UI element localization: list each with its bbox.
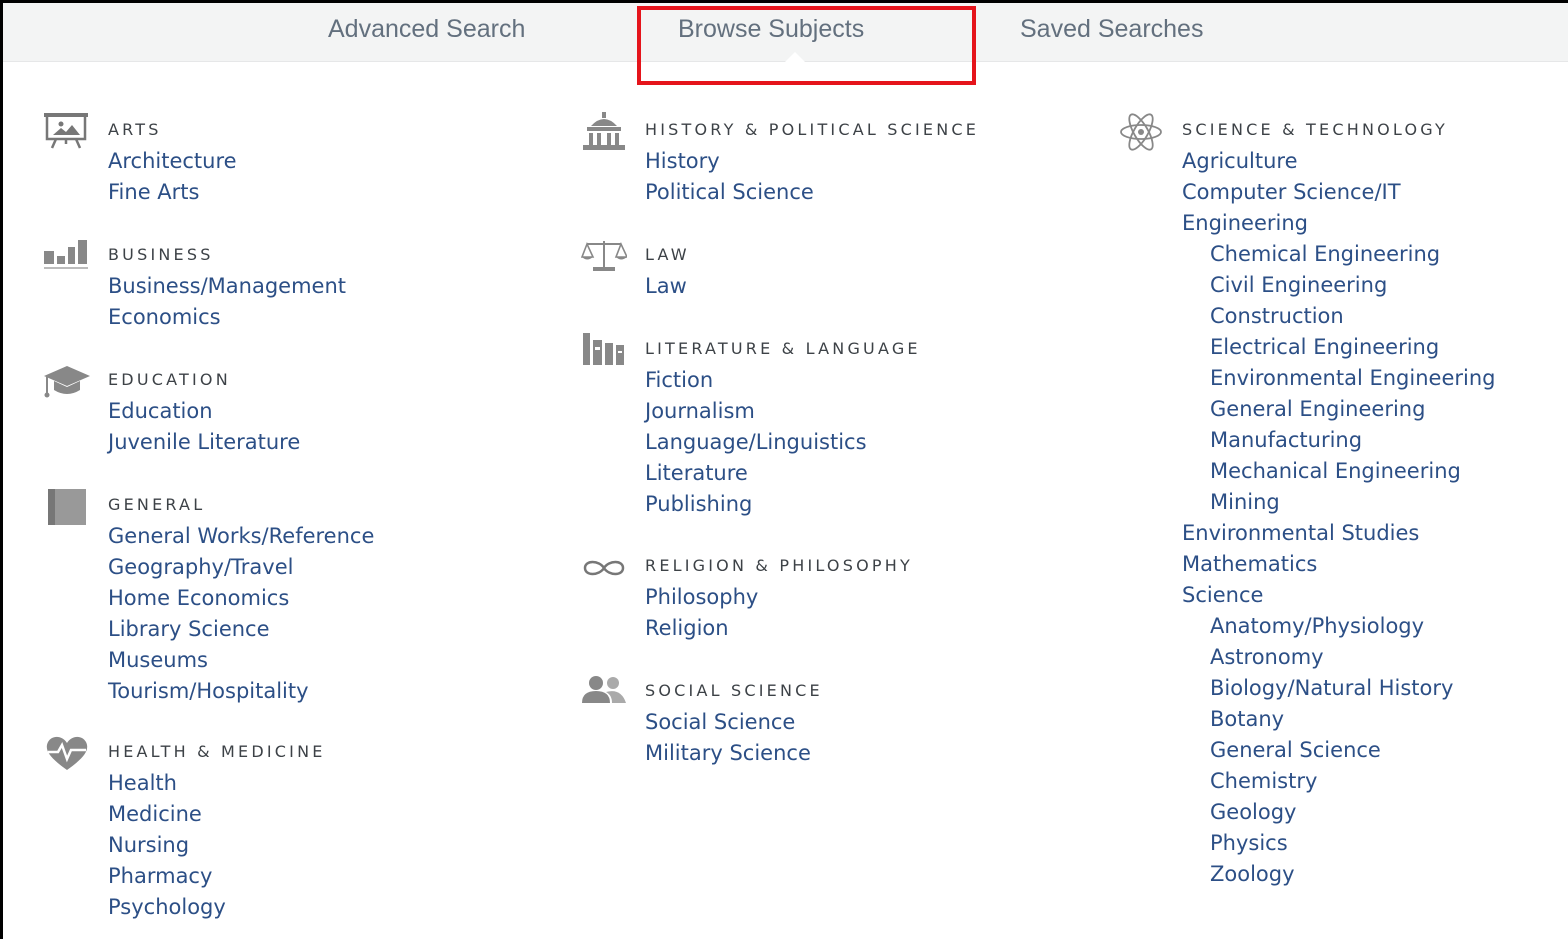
subject-link[interactable]: Civil Engineering <box>1182 270 1495 301</box>
group-heading: HISTORY & POLITICAL SCIENCE <box>645 120 980 139</box>
subject-link[interactable]: General Engineering <box>1182 394 1495 425</box>
subject-link[interactable]: Engineering <box>1182 208 1495 239</box>
graduation-cap-icon <box>44 362 90 402</box>
subject-link[interactable]: Language/Linguistics <box>645 427 921 458</box>
subject-link[interactable]: Nursing <box>108 830 326 861</box>
heart-pulse-icon <box>44 734 90 774</box>
tab-saved-searches[interactable]: Saved Searches <box>1020 15 1203 44</box>
subject-link[interactable]: General Works/Reference <box>108 521 374 552</box>
tab-advanced-search[interactable]: Advanced Search <box>328 15 525 44</box>
subject-link[interactable]: Agriculture <box>1182 146 1495 177</box>
subject-link[interactable]: Social Science <box>645 707 823 738</box>
subject-group: ARTS Architecture Fine Arts <box>44 113 237 208</box>
subject-link[interactable]: Science <box>1182 580 1495 611</box>
group-heading: EDUCATION <box>108 370 231 389</box>
subject-link[interactable]: Physics <box>1182 828 1495 859</box>
group-heading: LITERATURE & LANGUAGE <box>645 339 921 358</box>
subject-link[interactable]: History <box>645 146 979 177</box>
books-icon <box>581 331 627 371</box>
subject-link[interactable]: Health <box>108 768 326 799</box>
subject-link[interactable]: Fine Arts <box>108 177 237 208</box>
subject-link[interactable]: Home Economics <box>108 583 374 614</box>
easel-picture-icon <box>44 112 90 152</box>
subject-link[interactable]: Tourism/Hospitality <box>108 676 374 707</box>
subject-group: BUSINESS Business/Management Economics <box>44 240 346 333</box>
subject-link[interactable]: Environmental Engineering <box>1182 363 1495 394</box>
people-icon <box>581 673 627 713</box>
subject-link[interactable]: Zoology <box>1182 859 1495 890</box>
subject-link[interactable]: Astronomy <box>1182 642 1495 673</box>
group-heading: GENERAL <box>108 495 206 514</box>
subject-link[interactable]: Military Science <box>645 738 823 769</box>
subject-group: HISTORY & POLITICAL SCIENCE History Politi… <box>583 112 980 208</box>
subject-link[interactable]: Publishing <box>645 489 921 520</box>
subject-link[interactable]: Business/Management <box>108 271 346 302</box>
subject-link[interactable]: Religion <box>645 613 913 644</box>
group-heading: RELIGION & PHILOSOPHY <box>645 556 913 575</box>
subject-link[interactable]: Architecture <box>108 146 237 177</box>
subject-group: LITERATURE & LANGUAGE Fiction Journalism La… <box>583 333 921 520</box>
subject-link[interactable]: Botany <box>1182 704 1495 735</box>
subject-group: RELIGION & PHILOSOPHY Philosophy Religion <box>583 556 913 644</box>
subject-group: GENERAL General Works/Reference Geography/… <box>48 489 374 707</box>
highlight-box <box>637 6 976 85</box>
subject-link[interactable]: Manufacturing <box>1182 425 1495 456</box>
subject-link[interactable]: Fiction <box>645 365 921 396</box>
subject-link[interactable]: Geology <box>1182 797 1495 828</box>
subject-link[interactable]: Mechanical Engineering <box>1182 456 1495 487</box>
subject-group: LAW Law <box>581 241 690 302</box>
subject-link[interactable]: Museums <box>108 645 374 676</box>
group-heading: LAW <box>645 245 690 264</box>
subject-link[interactable]: Pharmacy <box>108 861 326 892</box>
subject-link[interactable]: Juvenile Literature <box>108 427 300 458</box>
subject-link[interactable]: Mining <box>1182 487 1495 518</box>
subject-link[interactable]: Environmental Studies <box>1182 518 1495 549</box>
subject-link[interactable]: General Science <box>1182 735 1495 766</box>
subject-link[interactable]: Construction <box>1182 301 1495 332</box>
atom-icon <box>1118 112 1164 152</box>
subject-group: EDUCATION Education Juvenile Literature <box>44 366 300 458</box>
group-heading: SCIENCE & TECHNOLOGY <box>1182 120 1449 139</box>
subject-link[interactable]: Electrical Engineering <box>1182 332 1495 363</box>
subject-link[interactable]: Literature <box>645 458 921 489</box>
subject-link[interactable]: Economics <box>108 302 346 333</box>
subject-link[interactable]: Geography/Travel <box>108 552 374 583</box>
subject-link[interactable]: Psychology <box>108 892 326 923</box>
subject-link[interactable]: Philosophy <box>645 582 913 613</box>
subject-link[interactable]: Law <box>645 271 690 302</box>
capitol-building-icon <box>581 112 627 152</box>
group-heading: ARTS <box>108 120 162 139</box>
subject-link[interactable]: Biology/Natural History <box>1182 673 1495 704</box>
group-heading: SOCIAL SCIENCE <box>645 681 823 700</box>
subject-link[interactable]: Education <box>108 396 300 427</box>
subject-group: SCIENCE & TECHNOLOGY Agriculture Computer … <box>1120 113 1495 890</box>
subject-link[interactable]: Computer Science/IT <box>1182 177 1495 208</box>
subject-link[interactable]: Mathematics <box>1182 549 1495 580</box>
subject-link[interactable]: Journalism <box>645 396 921 427</box>
group-heading: HEALTH & MEDICINE <box>108 742 326 761</box>
infinity-icon <box>581 548 627 588</box>
subject-link[interactable]: Chemical Engineering <box>1182 239 1495 270</box>
subject-link[interactable]: Library Science <box>108 614 374 645</box>
scales-icon <box>581 237 627 277</box>
subject-link[interactable]: Political Science <box>645 177 979 208</box>
subject-link[interactable]: Medicine <box>108 799 326 830</box>
subject-group: SOCIAL SCIENCE Social Science Military Sci… <box>582 676 823 769</box>
bar-chart-icon <box>44 237 90 277</box>
subject-link[interactable]: Chemistry <box>1182 766 1495 797</box>
subject-link[interactable]: Anatomy/Physiology <box>1182 611 1495 642</box>
subject-group: HEALTH & MEDICINE Health Medicine Nursing Ph… <box>46 736 326 923</box>
book-icon <box>44 487 90 527</box>
group-heading: BUSINESS <box>108 245 214 264</box>
